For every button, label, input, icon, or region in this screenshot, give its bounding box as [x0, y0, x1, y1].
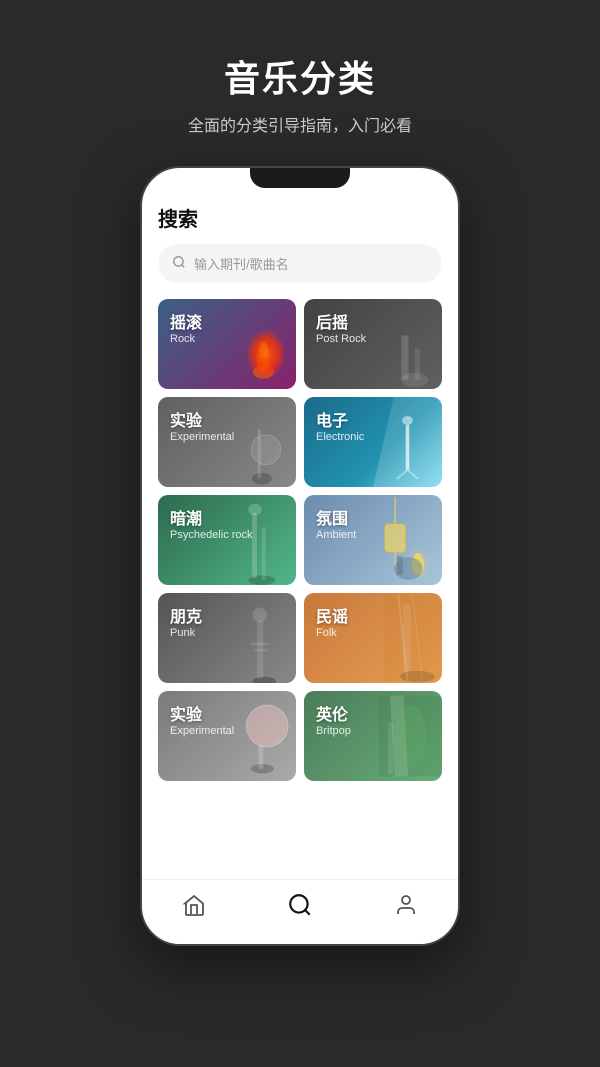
search-placeholder-text: 输入期刊/歌曲名: [194, 254, 289, 273]
search-bar[interactable]: 输入期刊/歌曲名: [158, 244, 442, 283]
search-section-title: 搜索: [158, 198, 442, 232]
nav-item-search[interactable]: [267, 884, 333, 932]
category-punk[interactable]: 朋克 Punk: [158, 593, 296, 683]
page-subtitle: 全面的分类引导指南，入门必看: [188, 112, 412, 136]
search-icon: [172, 255, 186, 272]
category-experimental[interactable]: 实验 Experimental: [158, 397, 296, 487]
category-experimental2[interactable]: 实验 Experimental: [158, 691, 296, 781]
category-britpop[interactable]: 英伦 Britpop: [304, 691, 442, 781]
search-nav-icon: [287, 892, 313, 924]
nav-item-profile[interactable]: [374, 885, 438, 931]
bottom-nav: [142, 879, 458, 944]
page-title: 音乐分类: [188, 50, 412, 102]
phone-frame: 搜索 输入期刊/歌曲名 摇滚 Rock: [140, 166, 460, 946]
header-section: 音乐分类 全面的分类引导指南，入门必看: [168, 0, 432, 166]
category-postrock[interactable]: 后摇 Post Rock: [304, 299, 442, 389]
category-electronic[interactable]: 电子 Electronic: [304, 397, 442, 487]
category-rock[interactable]: 摇滚 Rock: [158, 299, 296, 389]
home-icon: [182, 893, 206, 923]
phone-notch: [250, 168, 350, 188]
nav-item-home[interactable]: [162, 885, 226, 931]
categories-grid: 摇滚 Rock 后摇 Post Rock: [158, 299, 442, 781]
phone-content: 搜索 输入期刊/歌曲名 摇滚 Rock: [142, 188, 458, 894]
profile-icon: [394, 893, 418, 923]
category-folk[interactable]: 民谣 Folk: [304, 593, 442, 683]
category-psychedelic[interactable]: 暗潮 Psychedelic rock: [158, 495, 296, 585]
category-ambient[interactable]: 氛围 Ambient: [304, 495, 442, 585]
